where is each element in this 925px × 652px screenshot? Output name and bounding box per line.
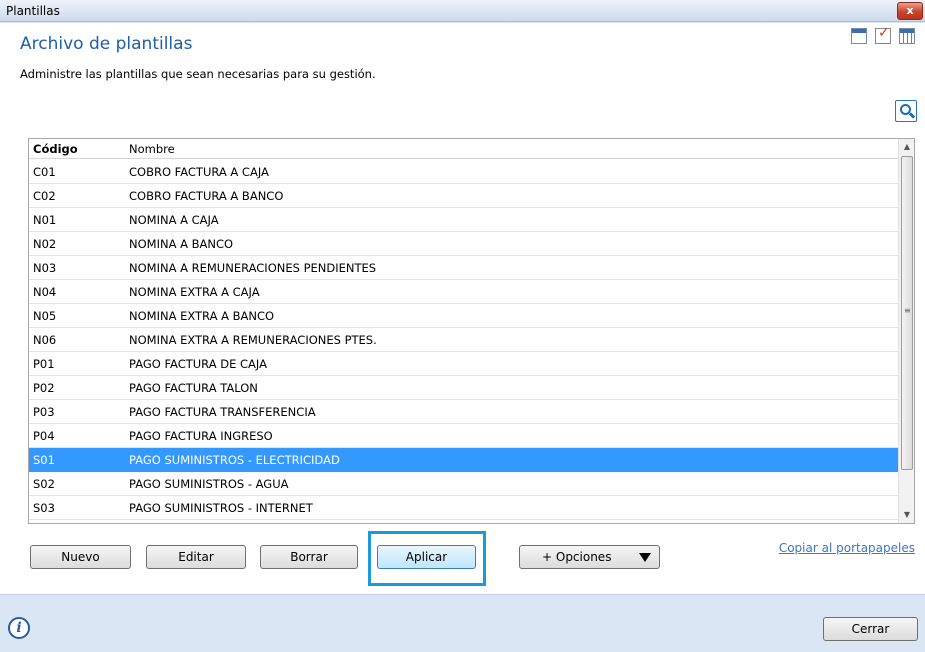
column-header-code[interactable]: Código [33,142,78,156]
table-row[interactable]: N04 NOMINA EXTRA A CAJA [29,280,899,304]
opciones-label: + Opciones [542,550,612,564]
table-row[interactable]: C02 COBRO FACTURA A BANCO [29,184,899,208]
opciones-button[interactable]: + Opciones [519,545,660,569]
cell-name: PAGO SUMINISTROS - INTERNET [129,501,313,515]
cell-code: S01 [33,453,55,467]
cell-name: PAGO SUMINISTROS - AGUA [129,477,289,491]
grid-calendar-icon[interactable] [899,28,915,44]
search-button[interactable] [895,100,917,122]
cell-name: NOMINA EXTRA A CAJA [129,285,260,299]
cell-name: NOMINA EXTRA A REMUNERACIONES PTES. [129,333,377,347]
cell-code: S03 [33,501,55,515]
cerrar-button[interactable]: Cerrar [823,617,918,641]
table-row[interactable]: S01 PAGO SUMINISTROS - ELECTRICIDAD [29,448,899,472]
cell-name: PAGO FACTURA TALON [129,381,258,395]
cell-code: N06 [33,333,57,347]
scroll-thumb[interactable]: ≡ [901,156,913,470]
top-toolbar [851,25,915,44]
table-row[interactable]: P01 PAGO FACTURA DE CAJA [29,352,899,376]
table-row[interactable]: N02 NOMINA A BANCO [29,232,899,256]
cell-code: N01 [33,213,57,227]
templates-table: Código Nombre C01 COBRO FACTURA A CAJA C02… [28,138,915,524]
cell-name: NOMINA A CAJA [129,213,219,227]
nuevo-button[interactable]: Nuevo [30,545,131,569]
calendar-icon[interactable] [851,28,867,44]
table-header: Código Nombre [29,139,899,159]
table-row[interactable]: N03 NOMINA A REMUNERACIONES PENDIENTES [29,256,899,280]
footer-bar: i [0,594,925,652]
cell-name: PAGO FACTURA INGRESO [129,429,273,443]
info-icon[interactable]: i [8,617,30,639]
table-row[interactable]: P04 PAGO FACTURA INGRESO [29,424,899,448]
grip-icon: ≡ [904,306,911,315]
cell-code: P01 [33,357,55,371]
cell-code: S02 [33,477,55,491]
table-row[interactable]: N01 NOMINA A CAJA [29,208,899,232]
cell-code: C01 [33,165,56,179]
cell-name: NOMINA A REMUNERACIONES PENDIENTES [129,261,377,275]
cell-name: NOMINA EXTRA A BANCO [129,309,275,323]
table-row[interactable]: P03 PAGO FACTURA TRANSFERENCIA [29,400,899,424]
scroll-down-icon[interactable]: ▼ [899,507,914,523]
dropdown-arrow-icon [639,553,651,562]
cell-code: P04 [33,429,55,443]
cell-code: C02 [33,189,56,203]
editar-button[interactable]: Editar [146,545,246,569]
table-row[interactable]: S02 PAGO SUMINISTROS - AGUA [29,472,899,496]
aplicar-button[interactable]: Aplicar [377,545,476,569]
cell-code: N03 [33,261,57,275]
cell-code: N02 [33,237,57,251]
vertical-scrollbar[interactable]: ▲ ≡ ▼ [898,139,914,523]
cell-name: COBRO FACTURA A BANCO [129,189,284,203]
table-row[interactable]: C01 COBRO FACTURA A CAJA [29,160,899,184]
table-row[interactable]: N06 NOMINA EXTRA A REMUNERACIONES PTES. [29,328,899,352]
window-title: Plantillas [6,4,60,18]
title-bar: Plantillas x [0,0,925,22]
cell-code: N04 [33,285,57,299]
cell-code: N05 [33,309,57,323]
cell-name: COBRO FACTURA A CAJA [129,165,269,179]
scroll-up-icon[interactable]: ▲ [899,139,914,155]
checklist-icon[interactable] [875,25,891,44]
cell-code: P02 [33,381,55,395]
table-body: C01 COBRO FACTURA A CAJA C02 COBRO FACTURA … [29,160,899,520]
table-row[interactable]: P02 PAGO FACTURA TALON [29,376,899,400]
cell-name: PAGO FACTURA TRANSFERENCIA [129,405,316,419]
copy-clipboard-link[interactable]: Copiar al portapapeles [779,541,915,555]
table-row[interactable]: N05 NOMINA EXTRA A BANCO [29,304,899,328]
close-button[interactable]: x [897,2,923,20]
table-row[interactable]: S03 PAGO SUMINISTROS - INTERNET [29,496,899,520]
cell-name: PAGO SUMINISTROS - ELECTRICIDAD [129,453,340,467]
cell-name: NOMINA A BANCO [129,237,234,251]
cell-name: PAGO FACTURA DE CAJA [129,357,267,371]
column-header-name[interactable]: Nombre [129,142,175,156]
close-icon: x [906,4,914,17]
page-title: Archivo de plantillas [20,34,193,54]
page-subtitle: Administre las plantillas que sean neces… [20,67,376,81]
borrar-button[interactable]: Borrar [260,545,358,569]
cell-code: P03 [33,405,55,419]
